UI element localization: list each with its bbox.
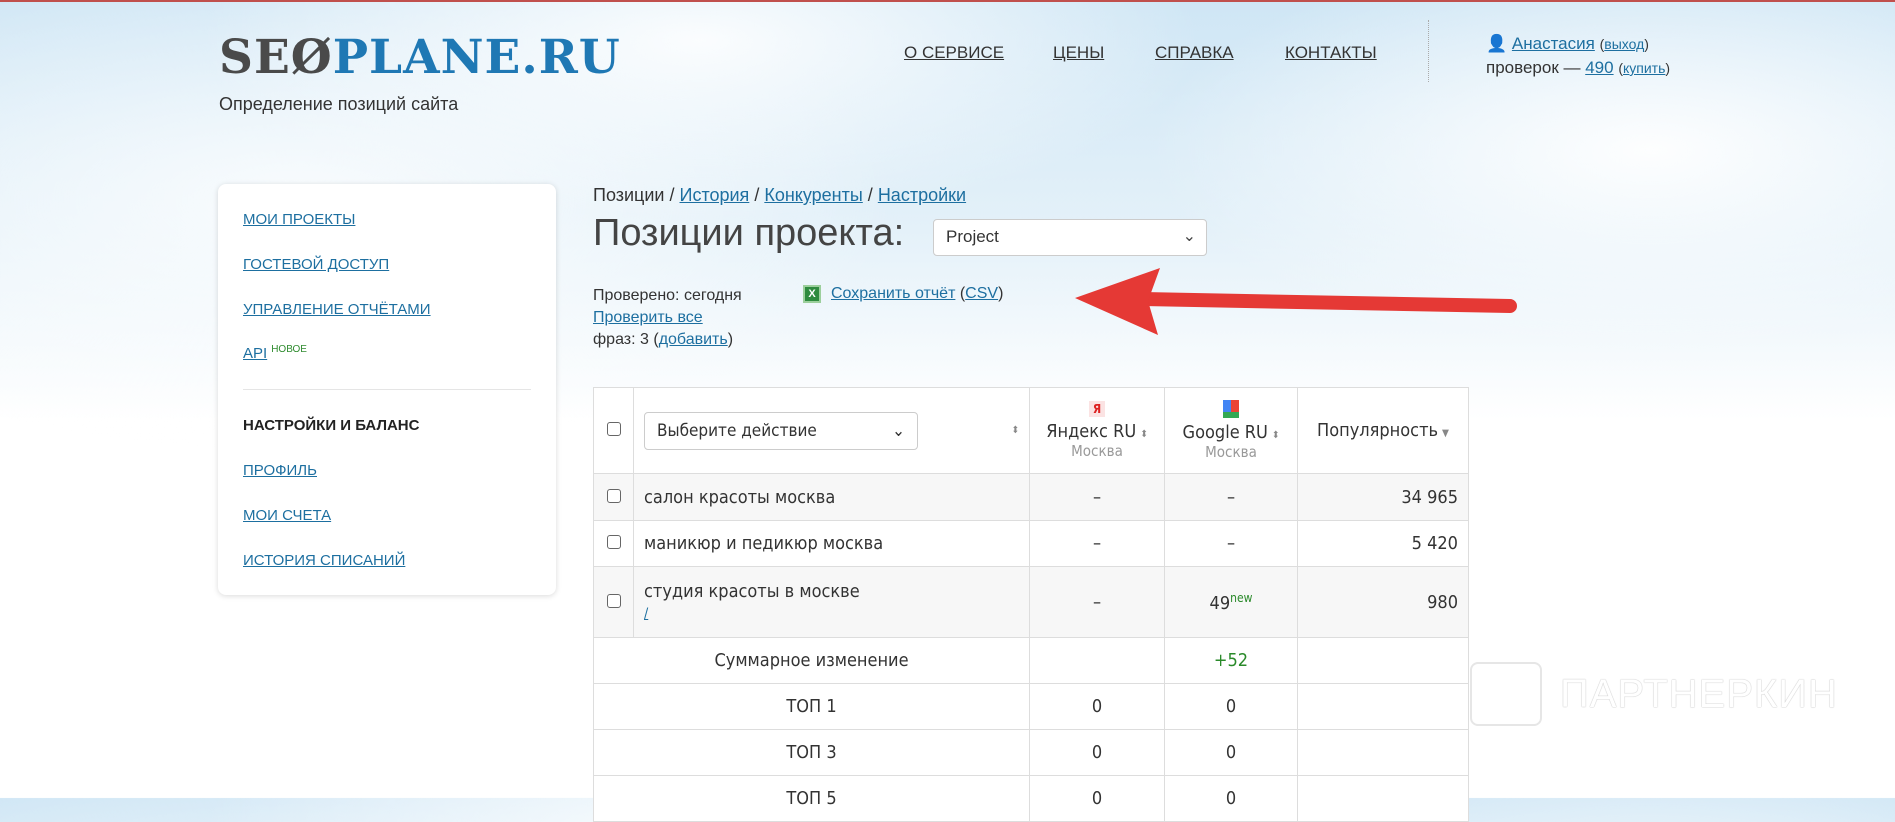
table-row: маникюр и педикюр москва – – 5 420: [593, 520, 1469, 567]
table-row: студия красоты в москве / – 49new 980: [593, 566, 1469, 638]
nav-about[interactable]: О СЕРВИСЕ: [904, 43, 1004, 63]
new-badge: new: [1230, 590, 1253, 605]
positions-table: Выберите действие ⌄ ⬍ Я Яндекс RU ⬍ Москва Go…: [593, 387, 1469, 822]
sidebar-item-guest-access[interactable]: Гостевой доступ: [243, 256, 389, 273]
summary-row: ТОП 100: [593, 683, 1469, 730]
breadcrumb-settings[interactable]: Настройки: [878, 185, 966, 205]
check-all-link[interactable]: Проверить все: [593, 309, 703, 326]
sidebar: Мои проекты Гостевой доступ Управление о…: [218, 184, 556, 595]
watermark: ПАРТНЕРКИН: [1470, 662, 1838, 726]
check-info: Проверено: сегодня Проверить все фраз: 3…: [593, 287, 742, 348]
breadcrumb: Позиции / История / Конкуренты / Настрой…: [593, 185, 967, 205]
tagline: Определение позиций сайта: [219, 94, 459, 114]
summary-row: ТОП 300: [593, 729, 1469, 776]
new-badge: новое: [271, 344, 307, 355]
action-select[interactable]: Выберите действие ⌄: [644, 411, 918, 450]
sidebar-item-api[interactable]: API: [243, 345, 267, 362]
sidebar-section-title: Настройки и баланс: [243, 417, 420, 434]
excel-icon: X: [803, 285, 821, 303]
propeller-icon: Ø: [290, 30, 333, 85]
sort-icon[interactable]: ⬍: [1011, 425, 1019, 436]
yandex-icon: Я: [1089, 401, 1105, 417]
save-report: X Сохранить отчёт (CSV): [803, 285, 1003, 303]
breadcrumb-history[interactable]: История: [680, 185, 750, 205]
logo[interactable]: SEØPLANE.RU: [219, 30, 621, 85]
sidebar-divider: [243, 389, 531, 390]
chevron-down-icon: ⌄: [892, 420, 905, 441]
sidebar-item-projects[interactable]: Мои проекты: [243, 211, 355, 228]
user-panel: 👤 Анастасия (выход) проверок — 490 (купи…: [1486, 34, 1671, 77]
logout-link[interactable]: выход: [1604, 36, 1644, 52]
row-checkbox[interactable]: [606, 488, 621, 503]
checks-count-link[interactable]: 490: [1585, 58, 1613, 77]
sort-icon[interactable]: ⬍: [1272, 430, 1280, 441]
url-link[interactable]: /: [644, 606, 648, 622]
nav-contacts[interactable]: КОНТАКТЫ: [1285, 43, 1377, 63]
nav-help[interactable]: СПРАВКА: [1155, 43, 1234, 63]
chat-bubble-icon: [1470, 662, 1542, 726]
save-report-link[interactable]: Сохранить отчёт: [831, 285, 955, 302]
sidebar-item-invoices[interactable]: Мои счета: [243, 507, 331, 524]
username-link[interactable]: Анастасия: [1512, 34, 1595, 53]
google-icon: [1223, 400, 1239, 418]
chevron-down-icon: ⌄: [1182, 228, 1196, 245]
top-border: [0, 0, 1895, 2]
breadcrumb-competitors[interactable]: Конкуренты: [764, 185, 862, 205]
page-title: Позиции проекта:: [593, 212, 905, 254]
red-arrow-annotation: [1075, 268, 1517, 335]
divider: [1428, 20, 1429, 82]
row-checkbox[interactable]: [606, 593, 621, 608]
project-select[interactable]: Project ⌄: [933, 219, 1207, 256]
sidebar-item-history[interactable]: История списаний: [243, 552, 405, 569]
user-icon: 👤: [1486, 34, 1508, 53]
summary-row: ТОП 500: [593, 775, 1469, 822]
sidebar-item-profile[interactable]: Профиль: [243, 462, 317, 479]
sort-icon[interactable]: ⬍: [1140, 429, 1148, 440]
buy-link[interactable]: купить: [1623, 60, 1665, 76]
popularity-header[interactable]: Популярность: [1317, 420, 1438, 441]
select-all-checkbox[interactable]: [606, 422, 621, 436]
nav-prices[interactable]: ЦЕНЫ: [1053, 43, 1104, 63]
table-row: салон красоты москва – – 34 965: [593, 473, 1469, 521]
summary-row: Суммарное изменение +52: [593, 637, 1469, 684]
sidebar-item-reports[interactable]: Управление отчётами: [243, 301, 431, 318]
csv-link[interactable]: CSV: [965, 285, 998, 302]
row-checkbox[interactable]: [606, 535, 621, 549]
sort-desc-icon[interactable]: ▼: [1442, 428, 1449, 439]
add-phrase-link[interactable]: добавить: [659, 331, 728, 348]
